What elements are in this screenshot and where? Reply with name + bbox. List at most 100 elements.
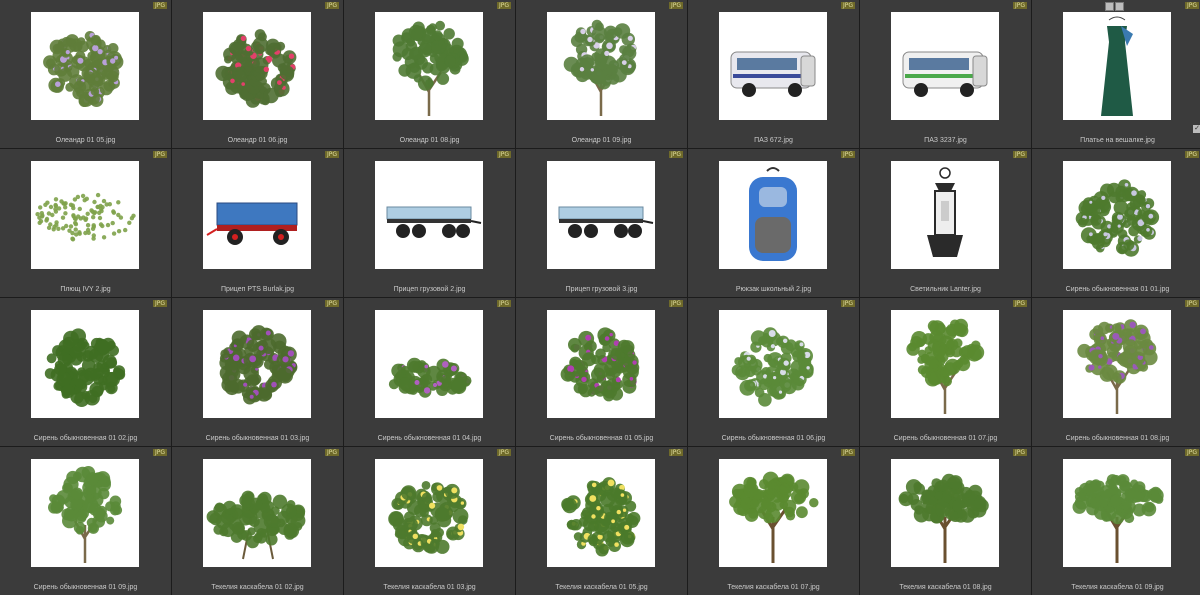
thumbnail-image[interactable]	[1063, 459, 1171, 567]
thumbnail-image[interactable]	[891, 12, 999, 120]
thumbnail-card[interactable]: JPG Сирень обыкновенная 01 08.jpg	[1032, 298, 1200, 446]
umbrella-tree-icon	[729, 471, 819, 563]
thumbnail-image[interactable]	[891, 161, 999, 269]
thumbnail-image[interactable]	[719, 310, 827, 418]
file-name-label: Текелия каскабела 01 08.jpg	[899, 584, 992, 591]
file-name-label: Текелия каскабела 01 03.jpg	[383, 584, 476, 591]
thumbnail-card[interactable]: JPG ПАЗ 3237.jpg	[860, 0, 1031, 148]
cargo-trailer-icon	[386, 206, 482, 238]
thumbnail-image[interactable]	[203, 459, 311, 567]
file-type-badge: JPG	[1012, 449, 1027, 456]
checkmark-icon[interactable]: ✓	[1193, 125, 1200, 133]
file-type-badge: JPG	[668, 449, 683, 456]
thumbnail-image[interactable]	[719, 459, 827, 567]
file-type-badge: JPG	[840, 449, 855, 456]
file-name-label: Олеандр 01 08.jpg	[399, 137, 460, 144]
thumbnail-card[interactable]: JPG ✓ Платье на вешалке.jpg	[1032, 0, 1200, 148]
thumbnail-image[interactable]	[31, 161, 139, 269]
thumbnail-card[interactable]: JPG Олеандр 01 05.jpg	[0, 0, 171, 148]
thumbnail-card[interactable]: JPG Текелия каскабела 01 07.jpg	[688, 447, 859, 595]
file-type-badge: JPG	[840, 151, 855, 158]
thumbnail-card[interactable]: JPG Сирень обыкновенная 01 06.jpg	[688, 298, 859, 446]
file-type-badge: JPG	[496, 2, 511, 9]
lantern-icon	[927, 167, 963, 257]
thumbnail-card[interactable]: JPG ПАЗ 672.jpg	[688, 0, 859, 148]
thumbnail-image[interactable]	[31, 12, 139, 120]
lilac-bush-icon	[731, 327, 814, 407]
file-type-badge: JPG	[324, 2, 339, 9]
thumbnail-image[interactable]	[203, 12, 311, 120]
thumbnail-image[interactable]	[31, 459, 139, 567]
thumbnail-card[interactable]: JPG Текелия каскабела 01 02.jpg	[172, 447, 343, 595]
wide-bush-icon	[206, 490, 306, 560]
thumbnail-image[interactable]	[1063, 12, 1171, 120]
ivy-groundcover-icon	[35, 192, 136, 242]
file-name-label: Прицеп грузовой 2.jpg	[393, 286, 466, 293]
thumbnail-image[interactable]	[375, 12, 483, 120]
small-tree-icon	[48, 466, 123, 563]
thumbnail-image[interactable]	[31, 310, 139, 418]
thumbnail-image[interactable]	[203, 161, 311, 269]
thumbnail-card[interactable]: JPG Сирень обыкновенная 01 07.jpg	[860, 298, 1031, 446]
thumbnail-image[interactable]	[375, 161, 483, 269]
thumbnail-image[interactable]	[1063, 161, 1171, 269]
thumbnail-card[interactable]: JPG Сирень обыкновенная 01 03.jpg	[172, 298, 343, 446]
file-name-label: Сирень обыкновенная 01 05.jpg	[549, 435, 654, 442]
thumbnail-image[interactable]	[375, 310, 483, 418]
thumbnail-image[interactable]	[547, 161, 655, 269]
file-name-label: Платье на вешалке.jpg	[1080, 137, 1155, 144]
thumbnail-card[interactable]: JPG Плющ IVY 2.jpg	[0, 149, 171, 297]
file-name-label: Сирень обыкновенная 01 08.jpg	[1065, 435, 1170, 442]
file-name-label: ПАЗ 3237.jpg	[924, 137, 967, 144]
thumbnail-image[interactable]	[1063, 310, 1171, 418]
file-name-label: Сирень обыкновенная 01 06.jpg	[721, 435, 826, 442]
round-bush-pink-flowers-icon	[215, 29, 297, 108]
flowering-tree-icon	[563, 19, 637, 116]
thumbnail-card[interactable]: JPG Сирень обыкновенная 01 01.jpg	[1032, 149, 1200, 297]
thumbnail-card[interactable]: JPG Прицеп грузовой 2.jpg	[344, 149, 515, 297]
thumbnail-card[interactable]: JPG Сирень обыкновенная 01 04.jpg	[344, 298, 515, 446]
thumbnail-card[interactable]: JPG Текелия каскабела 01 08.jpg	[860, 447, 1031, 595]
thumbnail-card[interactable]: JPG Прицеп PTS Burlak.jpg	[172, 149, 343, 297]
thumbnail-card[interactable]: JPG Олеандр 01 09.jpg	[516, 0, 687, 148]
thumbnail-card[interactable]: JPG Светильник Lanter.jpg	[860, 149, 1031, 297]
thumbnail-card[interactable]: JPG Рюкзак школьный 2.jpg	[688, 149, 859, 297]
file-name-label: Олеандр 01 06.jpg	[227, 137, 288, 144]
file-type-badge: JPG	[324, 449, 339, 456]
thumbnail-image[interactable]	[547, 12, 655, 120]
thumbnail-card[interactable]: JPG Текелия каскабела 01 05.jpg	[516, 447, 687, 595]
thumbnail-image[interactable]	[891, 459, 999, 567]
rating-toggle-icon[interactable]	[1105, 2, 1114, 11]
round-bush-icon	[44, 328, 126, 407]
thumbnail-card[interactable]: JPG Сирень обыкновенная 01 02.jpg	[0, 298, 171, 446]
thumbnail-card[interactable]: JPG Сирень обыкновенная 01 05.jpg	[516, 298, 687, 446]
thumbnail-card[interactable]: JPG Олеандр 01 06.jpg	[172, 0, 343, 148]
file-type-badge: JPG	[152, 151, 167, 158]
file-name-label: Текелия каскабела 01 02.jpg	[211, 584, 304, 591]
thumbnail-card[interactable]: JPG Олеандр 01 08.jpg	[344, 0, 515, 148]
file-name-label: Сирень обыкновенная 01 07.jpg	[893, 435, 998, 442]
thumbnail-image[interactable]	[547, 310, 655, 418]
thumbnail-card[interactable]: JPG Прицеп грузовой 3.jpg	[516, 149, 687, 297]
edit-icon[interactable]	[1115, 2, 1124, 11]
thumbnail-image[interactable]	[203, 310, 311, 418]
thumbnail-image[interactable]	[891, 310, 999, 418]
file-type-badge: JPG	[152, 300, 167, 307]
thumbnail-image[interactable]	[719, 161, 827, 269]
file-name-label: Прицеп PTS Burlak.jpg	[220, 286, 295, 293]
file-name-label: Сирень обыкновенная 01 09.jpg	[33, 584, 138, 591]
round-bush-purple-flowers-icon	[219, 325, 298, 405]
small-tree-icon	[392, 20, 469, 116]
thumbnail-image[interactable]	[547, 459, 655, 567]
lilac-tree-icon	[1077, 319, 1158, 414]
file-type-badge: JPG	[324, 151, 339, 158]
thumbnail-card[interactable]: JPG Текелия каскабела 01 09.jpg	[1032, 447, 1200, 595]
file-name-label: Прицеп грузовой 3.jpg	[565, 286, 638, 293]
thumbnail-image[interactable]	[719, 12, 827, 120]
file-type-badge: JPG	[496, 151, 511, 158]
file-name-label: Текелия каскабела 01 09.jpg	[1071, 584, 1164, 591]
thumbnail-card[interactable]: JPG Сирень обыкновенная 01 09.jpg	[0, 447, 171, 595]
dress-on-hanger-icon	[1101, 16, 1133, 116]
thumbnail-card[interactable]: JPG Текелия каскабела 01 03.jpg	[344, 447, 515, 595]
thumbnail-image[interactable]	[375, 459, 483, 567]
